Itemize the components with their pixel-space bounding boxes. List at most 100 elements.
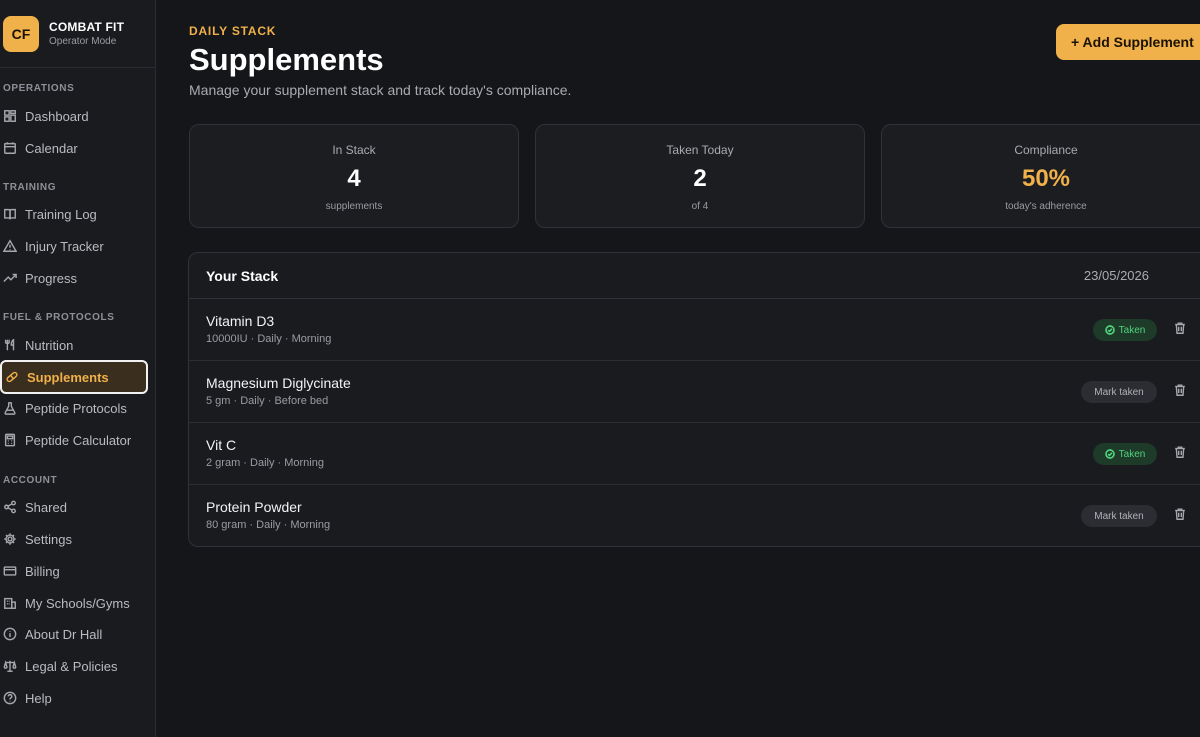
trash-icon[interactable] <box>1173 321 1189 337</box>
stat-label: In Stack <box>332 143 376 157</box>
table-row: Magnesium Diglycinate 5 gm · Daily · Bef… <box>189 361 1200 423</box>
stat-card-taken-today: Taken Today 2 of 4 <box>535 124 865 228</box>
stat-card-in-stack: In Stack 4 supplements <box>189 124 519 228</box>
stat-value: 4 <box>347 165 361 192</box>
section-label-training: TRAINING <box>3 182 57 193</box>
sidebar-item-label: Progress <box>25 270 78 286</box>
building-icon <box>3 596 17 610</box>
stat-note: today's adherence <box>1005 201 1087 212</box>
supplement-name: Protein Powder <box>206 499 302 515</box>
flask-icon <box>3 401 17 415</box>
sidebar-item-settings[interactable]: Settings <box>0 523 148 555</box>
sidebar-item-label: Peptide Calculator <box>25 432 132 448</box>
sidebar-item-injury-tracker[interactable]: Injury Tracker <box>0 230 148 262</box>
app-logo: CF <box>3 15 39 52</box>
stack-title: Your Stack <box>206 267 279 284</box>
stat-label: Taken Today <box>666 143 734 157</box>
supplement-meta: 2 gram · Daily · Morning <box>206 457 324 469</box>
stack-header: Your Stack 23/05/2026 <box>189 253 1200 299</box>
table-row: Protein Powder 80 gram · Daily · Morning… <box>189 485 1200 546</box>
brand[interactable]: CF COMBAT FIT Operator Mode <box>0 0 155 68</box>
section-label-operations: OPERATIONS <box>3 83 75 94</box>
app-name: COMBAT FIT <box>49 20 125 34</box>
page-subtitle: Manage your supplement stack and track t… <box>189 82 572 98</box>
utensils-icon <box>3 338 17 352</box>
info-icon <box>3 627 17 641</box>
mark-taken-button[interactable]: Mark taken <box>1081 505 1157 527</box>
trend-icon <box>3 271 17 285</box>
sidebar-item-dashboard[interactable]: Dashboard <box>0 100 148 132</box>
supplement-meta: 5 gm · Daily · Before bed <box>206 395 329 407</box>
sidebar-item-my-schools-gyms[interactable]: My Schools/Gyms <box>0 587 148 619</box>
card-icon <box>3 564 17 578</box>
sidebar-item-label: Peptide Protocols <box>25 400 127 416</box>
calculator-icon <box>3 433 17 447</box>
sidebar-item-billing[interactable]: Billing <box>0 555 148 587</box>
mark-taken-button[interactable]: Mark taken <box>1081 381 1157 403</box>
stack-panel: Your Stack 23/05/2026 Vitamin D3 10000IU… <box>188 252 1200 547</box>
share-icon <box>3 500 17 514</box>
dashboard-icon <box>3 109 17 123</box>
sidebar-item-help[interactable]: Help <box>0 682 148 714</box>
page-eyebrow: DAILY STACK <box>189 24 277 38</box>
stat-note: supplements <box>325 201 383 212</box>
help-icon <box>3 691 17 705</box>
gear-icon <box>3 532 17 546</box>
sidebar-item-label: About Dr Hall <box>25 626 103 642</box>
sidebar-item-peptide-calculator[interactable]: Peptide Calculator <box>0 424 148 456</box>
sidebar-item-label: Dashboard <box>25 108 89 124</box>
sidebar-item-label: Injury Tracker <box>25 238 104 254</box>
taken-label: Taken <box>1118 324 1146 336</box>
stat-value: 50% <box>1021 165 1071 192</box>
taken-badge[interactable]: Taken <box>1093 319 1157 341</box>
sidebar-item-training-log[interactable]: Training Log <box>0 198 148 230</box>
taken-badge[interactable]: Taken <box>1093 443 1157 465</box>
calendar-icon <box>3 141 17 155</box>
sidebar-item-label: Help <box>25 690 52 706</box>
trash-icon[interactable] <box>1173 445 1189 461</box>
supplement-name: Magnesium Diglycinate <box>206 375 351 391</box>
warning-icon <box>3 239 17 253</box>
sidebar-item-label: Settings <box>25 531 72 547</box>
sidebar-item-nutrition[interactable]: Nutrition <box>0 329 148 361</box>
supplement-name: Vit C <box>206 437 237 453</box>
section-label-account: ACCOUNT <box>3 475 58 486</box>
sidebar-item-label: Calendar <box>25 140 78 156</box>
sidebar-item-shared[interactable]: Shared <box>0 491 148 523</box>
app-mode: Operator Mode <box>49 36 117 47</box>
sidebar-item-label: Training Log <box>25 206 97 222</box>
check-circle-icon <box>1104 449 1115 459</box>
sidebar-item-calendar[interactable]: Calendar <box>0 132 148 164</box>
trash-icon[interactable] <box>1173 507 1189 523</box>
sidebar-item-progress[interactable]: Progress <box>0 262 148 294</box>
check-circle-icon <box>1104 325 1115 335</box>
scale-icon <box>3 659 17 673</box>
sidebar-item-label: Legal & Policies <box>25 658 118 674</box>
trash-icon[interactable] <box>1173 383 1189 399</box>
stat-label: Compliance <box>1014 143 1078 157</box>
sidebar-item-peptide-protocols[interactable]: Peptide Protocols <box>0 392 148 424</box>
sidebar: CF COMBAT FIT Operator Mode OPERATIONS D… <box>0 0 156 737</box>
stat-card-compliance: Compliance 50% today's adherence <box>881 124 1200 228</box>
stat-value: 2 <box>693 165 707 192</box>
taken-label: Taken <box>1118 448 1146 460</box>
sidebar-item-label: Shared <box>25 499 67 515</box>
pill-icon <box>5 370 19 384</box>
add-supplement-button[interactable]: + Add Supplement <box>1056 24 1200 60</box>
table-row: Vit C 2 gram · Daily · Morning Taken <box>189 423 1200 485</box>
sidebar-item-label: Nutrition <box>25 337 74 353</box>
supplement-meta: 10000IU · Daily · Morning <box>206 333 332 345</box>
sidebar-item-legal-policies[interactable]: Legal & Policies <box>0 650 148 682</box>
supplement-meta: 80 gram · Daily · Morning <box>206 519 331 531</box>
page-title: Supplements <box>189 42 384 77</box>
stack-date: 23/05/2026 <box>1083 268 1149 283</box>
sidebar-item-about-dr-hall[interactable]: About Dr Hall <box>0 618 148 650</box>
sidebar-item-label: My Schools/Gyms <box>25 595 130 611</box>
sidebar-item-supplements[interactable]: Supplements <box>0 360 148 394</box>
table-row: Vitamin D3 10000IU · Daily · Morning Tak… <box>189 299 1200 361</box>
stat-note: of 4 <box>691 201 709 212</box>
section-label-fuel-protocols: FUEL & PROTOCOLS <box>3 312 115 323</box>
sidebar-item-label: Supplements <box>27 369 109 385</box>
main-content: DAILY STACK Supplements Manage your supp… <box>156 0 1200 737</box>
sidebar-item-label: Billing <box>25 563 60 579</box>
